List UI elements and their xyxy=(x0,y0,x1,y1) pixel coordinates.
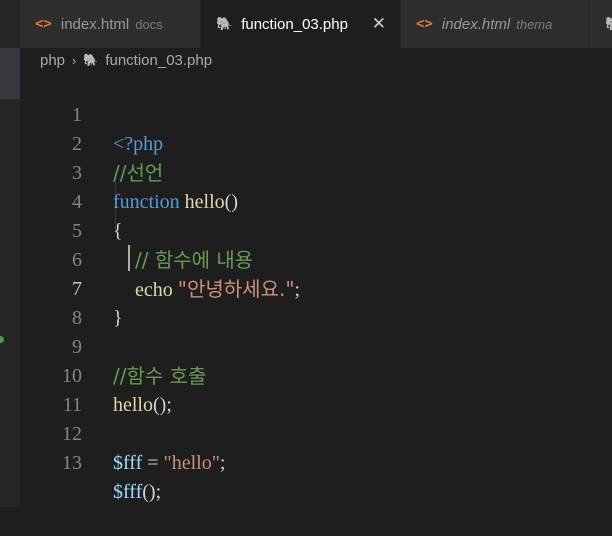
tab-index-html-docs[interactable]: <> index.html docs xyxy=(20,0,201,48)
html-icon: <> xyxy=(416,16,433,32)
close-icon[interactable]: ✕ xyxy=(372,14,386,34)
tab-label: index.html xyxy=(441,15,511,33)
tab-label: function_03.php xyxy=(241,15,348,33)
breadcrumb-file[interactable]: function_03.php xyxy=(105,52,212,69)
tab-php-partial[interactable]: 🐘 xyxy=(590,0,612,48)
php-elephant-icon: 🐘 xyxy=(83,53,99,67)
text-cursor xyxy=(128,245,130,271)
php-elephant-icon: 🐘 xyxy=(216,16,233,31)
code-editor[interactable]: 1 <?php 2 //선언 3 function hello() 4 { 5 … xyxy=(20,72,612,507)
breadcrumb: php › 🐘 function_03.php xyxy=(20,48,612,72)
git-change-indicator xyxy=(0,336,4,343)
tab-index-html-thema[interactable]: <> index.html thema xyxy=(401,0,590,48)
html-icon: <> xyxy=(35,16,52,32)
tab-label: index.html xyxy=(60,15,130,33)
code-line: 13 $fff(); xyxy=(20,420,612,503)
punctuation: ; xyxy=(219,452,226,474)
code-line: 1 <?php xyxy=(20,72,612,155)
code-line: 10 hello(); xyxy=(20,333,612,416)
activity-bar-selected[interactable] xyxy=(0,48,20,99)
breadcrumb-folder[interactable]: php xyxy=(40,52,65,69)
code-line: 4 { xyxy=(20,159,612,242)
operator: = xyxy=(142,452,164,474)
line-number: 13 xyxy=(62,452,82,474)
code-line: 5 // 함수에 내용 xyxy=(20,188,612,272)
tab-description: docs xyxy=(135,16,163,32)
tab-function-03-php[interactable]: 🐘 function_03.php ✕ xyxy=(201,0,401,48)
variable: $fff xyxy=(113,452,143,474)
php-elephant-icon: 🐘 xyxy=(605,16,612,32)
string-literal: "hello" xyxy=(163,452,220,474)
punctuation: (); xyxy=(142,481,162,503)
editor-tab-bar: <> index.html docs 🐘 function_03.php ✕ <… xyxy=(20,0,612,48)
tab-description: thema xyxy=(516,16,553,32)
code-line-current: 7 } xyxy=(20,246,612,329)
code-line: 11 xyxy=(20,362,612,416)
variable: $fff xyxy=(113,481,143,503)
code-line: 8 xyxy=(20,275,612,329)
code-line: 3 function hello() xyxy=(20,130,612,213)
code-line: 6 echo "안녕하세요."; xyxy=(20,217,612,301)
code-line: 2 //선언 xyxy=(20,101,612,185)
code-line: 12 $fff = "hello"; xyxy=(20,391,612,474)
chevron-right-icon: › xyxy=(72,52,77,68)
code-line: 9 //함수 호출 xyxy=(20,304,612,388)
activity-bar xyxy=(0,0,20,507)
